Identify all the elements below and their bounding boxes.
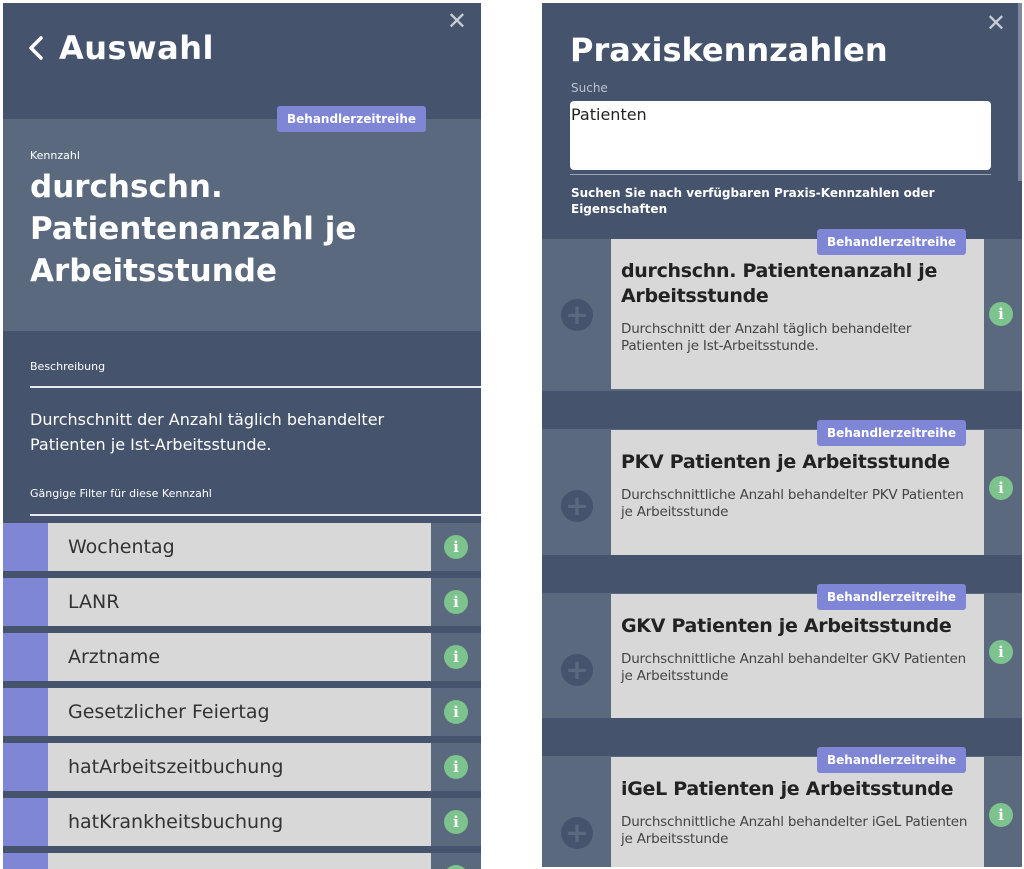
category-badge: Behandlerzeitreihe bbox=[817, 584, 967, 610]
result-title: GKV Patienten je Arbeitsstunde bbox=[621, 615, 952, 637]
close-icon[interactable]: ✕ bbox=[986, 11, 1006, 35]
filter-label bbox=[48, 853, 431, 869]
result-card[interactable]: PKV Patienten je Arbeitsstunde Durchschn… bbox=[611, 430, 984, 555]
filter-accent bbox=[3, 853, 48, 869]
filter-label: Wochentag bbox=[48, 523, 431, 571]
category-badge: Behandlerzeitreihe bbox=[817, 229, 967, 255]
filter-accent bbox=[3, 633, 48, 681]
info-icon[interactable]: i bbox=[444, 535, 468, 559]
add-icon[interactable]: + bbox=[561, 817, 593, 849]
panel-title: Auswahl bbox=[59, 29, 214, 67]
info-icon[interactable]: i bbox=[444, 810, 468, 834]
result-title: durchschn. Patientenanzahl je Arbeitsstu… bbox=[621, 260, 938, 307]
result-item[interactable]: + GKV Patienten je Arbeitsstunde Durchsc… bbox=[542, 584, 1022, 744]
panel-title: Praxiskennzahlen bbox=[570, 31, 888, 69]
back-button[interactable]: Auswahl bbox=[27, 29, 214, 67]
info-icon[interactable]: i bbox=[444, 865, 468, 869]
filter-list: Wochentag i LANR i Arztname i Gesetzlich… bbox=[3, 523, 481, 869]
divider bbox=[30, 386, 481, 388]
filter-item[interactable]: hatArbeitszeitbuchung i bbox=[3, 743, 481, 791]
info-icon[interactable]: i bbox=[444, 590, 468, 614]
filter-label: hatKrankheitsbuchung bbox=[48, 798, 431, 846]
kennzahl-label: Kennzahl bbox=[30, 149, 80, 162]
result-card[interactable]: iGeL Patienten je Arbeitsstunde Durchsch… bbox=[611, 757, 984, 867]
category-badge: Behandlerzeitreihe bbox=[817, 420, 967, 446]
result-item[interactable]: + durchschn. Patientenanzahl je Arbeitss… bbox=[542, 229, 1022, 389]
filter-label: LANR bbox=[48, 578, 431, 626]
filter-accent bbox=[3, 523, 48, 571]
filter-item[interactable]: Gesetzlicher Feiertag i bbox=[3, 688, 481, 736]
filter-item[interactable]: Arztname i bbox=[3, 633, 481, 681]
filter-item[interactable]: hatKrankheitsbuchung i bbox=[3, 798, 481, 846]
result-item[interactable]: + PKV Patienten je Arbeitsstunde Durchsc… bbox=[542, 420, 1022, 580]
result-description: Durchschnitt der Anzahl täglich behandel… bbox=[621, 321, 912, 354]
result-title: PKV Patienten je Arbeitsstunde bbox=[621, 451, 950, 473]
info-icon[interactable]: i bbox=[989, 302, 1013, 326]
result-description: Durchschnittliche Anzahl behandelter GKV… bbox=[621, 651, 966, 684]
info-icon[interactable]: i bbox=[444, 700, 468, 724]
filter-label: Gesetzlicher Feiertag bbox=[48, 688, 431, 736]
scrollbar[interactable] bbox=[1018, 3, 1022, 181]
category-badge: Behandlerzeitreihe bbox=[817, 747, 967, 773]
filter-label: hatArbeitszeitbuchung bbox=[48, 743, 431, 791]
result-title: iGeL Patienten je Arbeitsstunde bbox=[621, 778, 954, 800]
info-icon[interactable]: i bbox=[989, 640, 1013, 664]
result-card[interactable]: GKV Patienten je Arbeitsstunde Durchschn… bbox=[611, 594, 984, 718]
info-icon[interactable]: i bbox=[989, 476, 1013, 500]
filters-label: Gängige Filter für diese Kennzahl bbox=[30, 487, 212, 500]
filter-item[interactable]: i bbox=[3, 853, 481, 869]
filter-accent bbox=[3, 578, 48, 626]
info-icon[interactable]: i bbox=[444, 645, 468, 669]
result-description: Durchschnittliche Anzahl behandelter iGe… bbox=[621, 814, 968, 847]
description-label: Beschreibung bbox=[30, 360, 106, 373]
filter-item[interactable]: LANR i bbox=[3, 578, 481, 626]
result-item[interactable]: + iGeL Patienten je Arbeitsstunde Durchs… bbox=[542, 747, 1022, 867]
info-icon[interactable]: i bbox=[989, 803, 1013, 827]
divider bbox=[30, 514, 481, 516]
search-input[interactable]: Patienten bbox=[570, 101, 991, 170]
divider bbox=[570, 174, 991, 175]
selection-panel: ✕ Auswahl Behandlerzeitreihe Kennzahl du… bbox=[3, 3, 481, 869]
add-icon[interactable]: + bbox=[561, 654, 593, 686]
close-icon[interactable]: ✕ bbox=[447, 9, 467, 33]
result-card[interactable]: durchschn. Patientenanzahl je Arbeitsstu… bbox=[611, 239, 984, 389]
add-icon[interactable]: + bbox=[561, 490, 593, 522]
kennzahl-title: durchschn. Patientenanzahl je Arbeitsstu… bbox=[30, 169, 357, 289]
info-icon[interactable]: i bbox=[444, 755, 468, 779]
description-text: Durchschnitt der Anzahl täglich behandel… bbox=[30, 410, 385, 454]
filter-accent bbox=[3, 688, 48, 736]
chevron-left-icon bbox=[29, 36, 43, 60]
filter-item[interactable]: Wochentag i bbox=[3, 523, 481, 571]
filter-accent bbox=[3, 743, 48, 791]
category-badge: Behandlerzeitreihe bbox=[277, 106, 427, 132]
filter-label: Arztname bbox=[48, 633, 431, 681]
filter-accent bbox=[3, 798, 48, 846]
search-label: Suche bbox=[571, 81, 608, 95]
kennzahlen-search-panel: ✕ Praxiskennzahlen Suche Patienten Suche… bbox=[542, 3, 1022, 867]
result-description: Durchschnittliche Anzahl behandelter PKV… bbox=[621, 487, 964, 520]
search-hint: Suchen Sie nach verfügbaren Praxis-Kennz… bbox=[571, 186, 935, 216]
add-icon[interactable]: + bbox=[561, 299, 593, 331]
